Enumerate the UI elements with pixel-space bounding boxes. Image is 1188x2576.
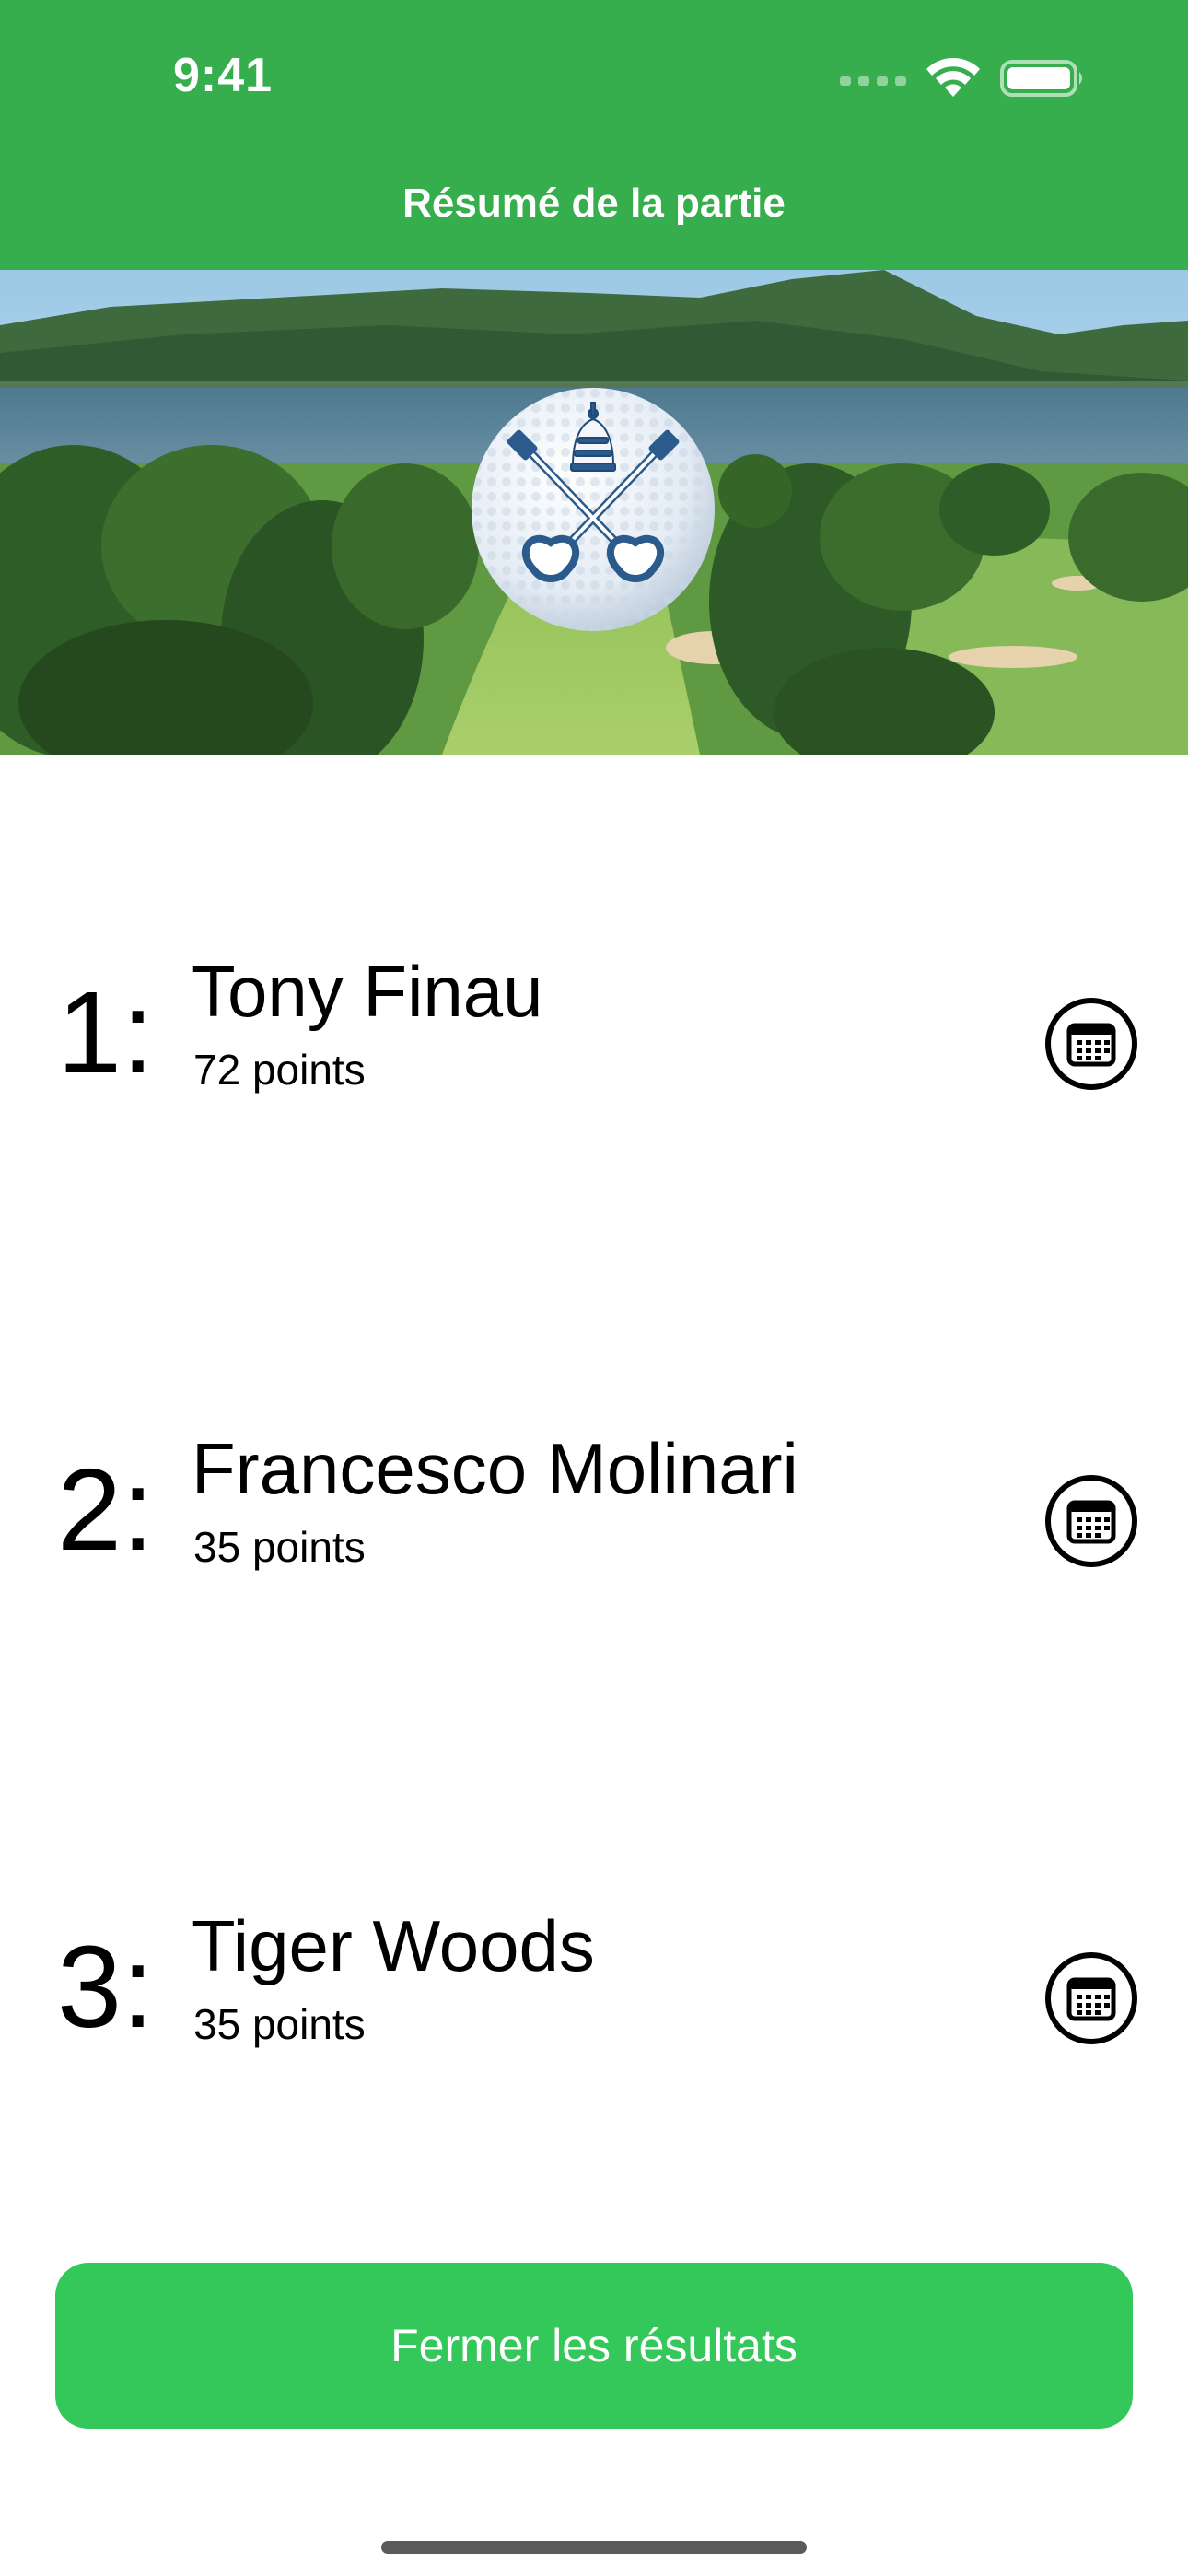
player-points: 35 points <box>193 2000 366 2048</box>
player-name: Tiger Woods <box>192 1905 595 1986</box>
player-name: Tony Finau <box>192 951 543 1032</box>
rank-label: 1: <box>57 967 155 1097</box>
rank-label: 3: <box>57 1922 155 2052</box>
calendar-icon <box>1044 1952 1138 2049</box>
scorecard-button[interactable] <box>1044 1951 1138 2045</box>
home-indicator[interactable] <box>381 2541 807 2554</box>
scorecard-button[interactable] <box>1044 997 1138 1091</box>
club-emblem-icon <box>470 386 716 633</box>
game-summary-screen: 9:41 Résumé de la partie 1: Tony Finau 7… <box>0 0 1188 2576</box>
result-row-3: 3: Tiger Woods 35 points <box>0 1896 1188 2099</box>
calendar-icon <box>1044 998 1138 1095</box>
header-bar: 9:41 Résumé de la partie <box>0 0 1188 270</box>
result-row-1: 1: Tony Finau 72 points <box>0 942 1188 1144</box>
page-title: Résumé de la partie <box>402 181 786 226</box>
wifi-icon <box>926 57 980 103</box>
result-row-2: 2: Francesco Molinari 35 points <box>0 1419 1188 1622</box>
player-points: 72 points <box>193 1046 366 1094</box>
rank-label: 2: <box>57 1445 155 1575</box>
scorecard-button[interactable] <box>1044 1474 1138 1568</box>
close-results-button[interactable]: Fermer les résultats <box>55 2263 1133 2429</box>
player-points: 35 points <box>193 1523 366 1571</box>
calendar-icon <box>1044 1475 1138 1572</box>
cellular-signal-icon <box>840 69 906 92</box>
status-icons <box>840 57 1085 103</box>
player-name: Francesco Molinari <box>192 1428 798 1509</box>
battery-icon <box>1000 58 1085 103</box>
status-time: 9:41 <box>173 49 274 102</box>
